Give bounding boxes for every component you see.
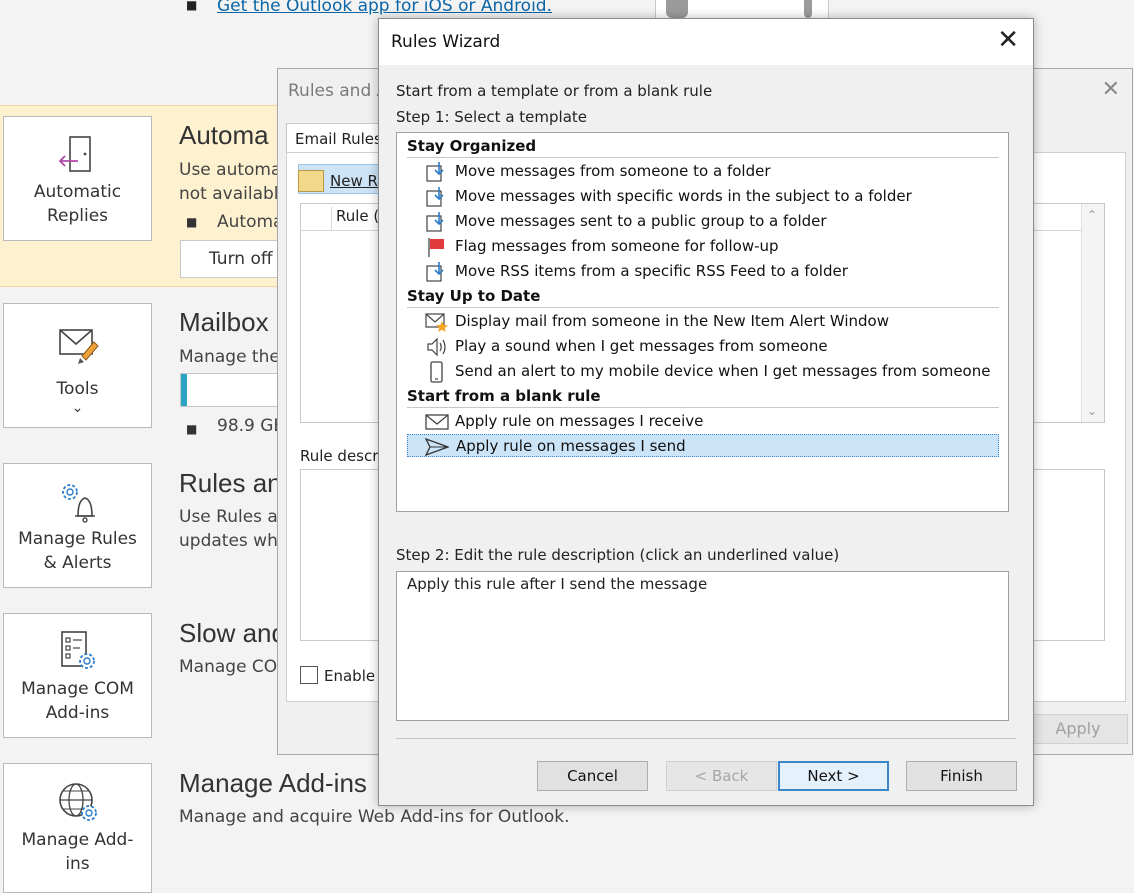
tools-tile[interactable]: Tools ⌄	[3, 303, 152, 428]
chevron-down-icon: ⌄	[71, 400, 84, 416]
storage-fill	[181, 374, 188, 406]
rule-description-box[interactable]: Apply this rule after I send the message	[396, 571, 1009, 721]
enable-label: Enable r	[324, 667, 387, 685]
template-item[interactable]: Move messages from someone to a folder	[425, 160, 999, 183]
divider	[396, 738, 1016, 739]
template-label: Apply rule on messages I receive	[455, 412, 704, 430]
tile-label: Automatic Replies	[33, 182, 122, 226]
wizard-title: Rules Wizard	[391, 32, 501, 52]
template-item[interactable]: Move messages sent to a public group to …	[425, 210, 999, 233]
turn-off-button[interactable]: Turn off	[180, 240, 290, 278]
tile-label: Manage COM Add-ins	[21, 679, 134, 723]
rules-wizard-dialog: Rules Wizard ✕ Start from a template or …	[378, 18, 1034, 806]
template-label: Send an alert to my mobile device when I…	[455, 362, 991, 380]
close-icon[interactable]: ✕	[1102, 77, 1120, 102]
mail-brush-icon	[58, 329, 99, 364]
template-item[interactable]: Send an alert to my mobile device when I…	[425, 360, 999, 383]
template-item[interactable]: Play a sound when I get messages from so…	[425, 335, 999, 358]
apply-button[interactable]: Apply	[1028, 714, 1128, 744]
wizard-intro: Start from a template or from a blank ru…	[396, 82, 713, 100]
template-label: Apply rule on messages I send	[456, 437, 686, 455]
mailbox-text: Manage the	[179, 347, 280, 367]
new-rule-icon	[298, 170, 324, 192]
template-item[interactable]: Apply rule on messages I receive	[425, 410, 999, 433]
bullet: ■	[186, 215, 198, 229]
bullet: ■	[186, 0, 198, 12]
automatic-replies-status: Automa	[217, 212, 284, 232]
rules-list-scrollbar[interactable]: ⌃ ⌄	[1081, 204, 1104, 422]
template-label: Play a sound when I get messages from so…	[455, 337, 828, 355]
tile-label: Manage Add-ins	[21, 830, 134, 874]
rule-description-text: Apply this rule after I send the message	[407, 575, 708, 593]
mobile-icon	[430, 361, 443, 383]
automatic-replies-text: not available	[179, 184, 289, 204]
template-label: Move messages from someone to a folder	[455, 162, 771, 180]
template-label: Move messages sent to a public group to …	[455, 212, 827, 230]
manage-addins-title: Manage Add-ins	[179, 768, 367, 798]
cancel-button[interactable]: Cancel	[537, 761, 648, 791]
door-arrow-icon	[58, 136, 91, 172]
manage-addins-tile[interactable]: Manage Add-ins	[3, 763, 152, 893]
speaker-icon	[427, 337, 446, 357]
template-list[interactable]: Stay Organized Move messages from someon…	[396, 132, 1009, 512]
next-button[interactable]: Next >	[778, 761, 889, 791]
mailbox-title: Mailbox	[179, 307, 269, 337]
template-label: Display mail from someone in the New Ite…	[455, 312, 889, 330]
manage-addins-text: Manage and acquire Web Add-ins for Outlo…	[179, 807, 570, 827]
rules-text: updates whe	[179, 531, 289, 551]
automatic-replies-tile[interactable]: Automatic Replies	[3, 116, 152, 241]
template-label: Move messages with specific words in the…	[455, 187, 912, 205]
list-gear-icon	[60, 631, 95, 669]
group-separator	[407, 307, 999, 308]
group-heading: Stay Up to Date	[407, 287, 541, 305]
get-outlook-app-link[interactable]: Get the Outlook app for iOS or Android.	[217, 0, 552, 16]
template-item[interactable]: Move RSS items from a specific RSS Feed …	[425, 260, 999, 283]
template-item-selected[interactable]: Apply rule on messages I send	[407, 434, 999, 457]
template-item[interactable]: Flag messages from someone for follow-up	[425, 235, 999, 258]
template-label: Flag messages from someone for follow-up	[455, 237, 779, 255]
close-icon[interactable]: ✕	[997, 25, 1019, 55]
group-separator	[407, 157, 999, 158]
move-folder-icon	[426, 262, 444, 282]
step2-label: Step 2: Edit the rule description (click…	[396, 546, 840, 564]
tab-email-rules[interactable]: Email Rules	[286, 123, 384, 153]
chevron-up-icon[interactable]: ⌃	[1087, 208, 1097, 222]
move-folder-icon	[426, 162, 444, 182]
template-item[interactable]: Display mail from someone in the New Ite…	[425, 310, 999, 333]
send-icon	[425, 437, 449, 457]
mailbox-storage-bar	[180, 373, 290, 407]
back-button[interactable]: < Back	[666, 761, 777, 791]
dialog-title: Rules and A	[288, 81, 389, 101]
slow-addins-title: Slow and	[179, 618, 286, 648]
move-folder-icon	[426, 212, 444, 232]
envelope-icon	[425, 414, 449, 430]
bullet: ■	[186, 422, 198, 436]
gear-bell-icon	[61, 484, 95, 523]
manage-com-addins-tile[interactable]: Manage COM Add-ins	[3, 613, 152, 738]
rules-text: Use Rules an	[179, 507, 289, 527]
step1-label: Step 1: Select a template	[396, 108, 588, 126]
move-folder-icon	[426, 187, 444, 207]
tile-label: Tools	[56, 379, 99, 399]
automatic-replies-text: Use automat	[179, 160, 289, 180]
globe-gear-icon	[58, 783, 97, 821]
red-flag-icon	[428, 238, 444, 257]
finish-button[interactable]: Finish	[906, 761, 1017, 791]
tile-label: Manage Rules & Alerts	[18, 529, 137, 573]
enable-checkbox[interactable]	[300, 666, 318, 684]
group-heading: Start from a blank rule	[407, 387, 601, 405]
mail-star-icon	[425, 313, 448, 332]
chevron-down-icon[interactable]: ⌄	[1087, 404, 1097, 418]
group-heading: Stay Organized	[407, 137, 537, 155]
manage-rules-alerts-tile[interactable]: Manage Rules & Alerts	[3, 463, 152, 588]
group-separator	[407, 407, 999, 408]
automatic-replies-title: Automa	[179, 120, 269, 150]
template-item[interactable]: Move messages with specific words in the…	[425, 185, 999, 208]
slow-addins-text: Manage COI	[179, 657, 283, 677]
rules-title: Rules an	[179, 468, 282, 498]
mailbox-storage-text: 98.9 GB	[217, 416, 286, 436]
template-label: Move RSS items from a specific RSS Feed …	[455, 262, 848, 280]
